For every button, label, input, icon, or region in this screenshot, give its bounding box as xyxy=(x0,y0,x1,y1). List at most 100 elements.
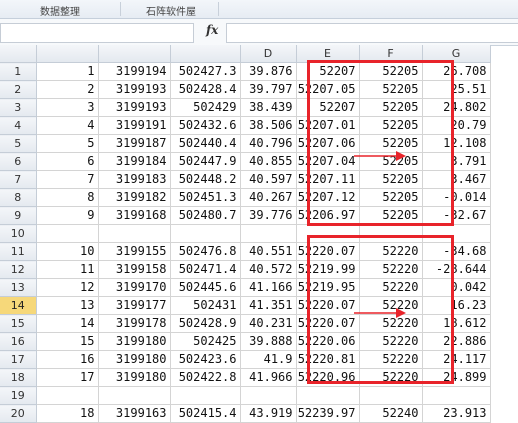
cell[interactable]: 10 xyxy=(36,242,99,261)
row-header[interactable]: 18 xyxy=(0,368,37,387)
name-box[interactable] xyxy=(0,23,194,43)
ribbon-item-data-tidy[interactable]: 数据整理 xyxy=(40,3,80,18)
cell[interactable]: 3199178 xyxy=(98,314,171,333)
row-header[interactable]: 12 xyxy=(0,260,37,279)
cell[interactable]: 3 xyxy=(36,98,99,117)
cell[interactable]: 502422.8 xyxy=(170,368,241,387)
formula-input[interactable] xyxy=(226,23,518,43)
cell[interactable]: 40.231 xyxy=(240,314,297,333)
row-header[interactable]: 11 xyxy=(0,242,37,261)
cell[interactable]: 502445.6 xyxy=(170,278,241,297)
cell[interactable]: 502451.3 xyxy=(170,188,241,207)
cell[interactable]: 40.267 xyxy=(240,188,297,207)
cell[interactable]: 14 xyxy=(36,314,99,333)
cell[interactable] xyxy=(170,386,241,405)
cell[interactable]: 13 xyxy=(36,296,99,315)
cell[interactable]: 40.855 xyxy=(240,152,297,171)
cell[interactable]: 41.166 xyxy=(240,278,297,297)
cell[interactable] xyxy=(98,224,171,243)
row-header[interactable]: 17 xyxy=(0,350,37,369)
cell[interactable]: 41.351 xyxy=(240,296,297,315)
ribbon-item-software[interactable]: 石阵软件屋 xyxy=(146,3,196,18)
cell[interactable]: 39.776 xyxy=(240,206,297,225)
cell[interactable]: 9 xyxy=(36,206,99,225)
cell[interactable]: 41.9 xyxy=(240,350,297,369)
cell[interactable]: 3199193 xyxy=(98,80,171,99)
cell[interactable]: 3199180 xyxy=(98,332,171,351)
cell[interactable]: 3199177 xyxy=(98,296,171,315)
row-header[interactable]: 1 xyxy=(0,62,37,81)
cell[interactable]: 4 xyxy=(36,116,99,135)
cell[interactable]: 3199184 xyxy=(98,152,171,171)
row-header[interactable]: 13 xyxy=(0,278,37,297)
cell[interactable] xyxy=(98,386,171,405)
cell[interactable]: 17 xyxy=(36,368,99,387)
cell[interactable] xyxy=(422,386,491,405)
cell[interactable]: 5 xyxy=(36,134,99,153)
column-header-d[interactable]: D xyxy=(240,45,297,63)
cell[interactable] xyxy=(240,224,297,243)
row-header[interactable]: 3 xyxy=(0,98,37,117)
cell[interactable]: 40.572 xyxy=(240,260,297,279)
cell[interactable]: 38.506 xyxy=(240,116,297,135)
cell[interactable] xyxy=(36,224,99,243)
select-all-corner[interactable] xyxy=(0,45,37,63)
row-header[interactable]: 14 xyxy=(0,296,37,315)
cell[interactable]: 3199180 xyxy=(98,368,171,387)
cell[interactable]: 3199183 xyxy=(98,170,171,189)
row-header[interactable]: 2 xyxy=(0,80,37,99)
cell[interactable]: 6 xyxy=(36,152,99,171)
cell[interactable]: 8 xyxy=(36,188,99,207)
column-header[interactable] xyxy=(98,45,171,63)
row-header[interactable]: 7 xyxy=(0,170,37,189)
column-header[interactable] xyxy=(36,45,99,63)
row-header[interactable]: 5 xyxy=(0,134,37,153)
cell[interactable]: 39.888 xyxy=(240,332,297,351)
cell[interactable]: 16 xyxy=(36,350,99,369)
cell[interactable]: 1 xyxy=(36,62,99,81)
cell[interactable]: 3199170 xyxy=(98,278,171,297)
cell[interactable]: 11 xyxy=(36,260,99,279)
row-header[interactable]: 19 xyxy=(0,386,37,405)
cell[interactable]: 15 xyxy=(36,332,99,351)
cell[interactable]: 502440.4 xyxy=(170,134,241,153)
cell[interactable]: 502423.6 xyxy=(170,350,241,369)
cell[interactable]: 3199158 xyxy=(98,260,171,279)
cell[interactable]: 502428.9 xyxy=(170,314,241,333)
cell[interactable]: 502471.4 xyxy=(170,260,241,279)
fx-icon[interactable]: fx xyxy=(206,23,218,37)
cell[interactable]: 39.797 xyxy=(240,80,297,99)
column-header[interactable] xyxy=(170,45,241,63)
cell[interactable]: 3199180 xyxy=(98,350,171,369)
cell[interactable] xyxy=(36,386,99,405)
cell[interactable] xyxy=(296,386,360,405)
cell[interactable]: 3199168 xyxy=(98,206,171,225)
cell[interactable]: 502448.2 xyxy=(170,170,241,189)
cell[interactable] xyxy=(240,386,297,405)
cell[interactable]: 7 xyxy=(36,170,99,189)
cell[interactable]: 502447.9 xyxy=(170,152,241,171)
cell[interactable]: 3199193 xyxy=(98,98,171,117)
row-header[interactable]: 10 xyxy=(0,224,37,243)
cell[interactable]: 502427.3 xyxy=(170,62,241,81)
cell[interactable]: 502428.4 xyxy=(170,80,241,99)
cell[interactable]: 40.597 xyxy=(240,170,297,189)
row-header[interactable]: 9 xyxy=(0,206,37,225)
cell[interactable]: 3199194 xyxy=(98,62,171,81)
cell[interactable] xyxy=(359,386,423,405)
cell[interactable]: 3199187 xyxy=(98,134,171,153)
cell[interactable]: 39.876 xyxy=(240,62,297,81)
cell[interactable] xyxy=(170,224,241,243)
row-header[interactable]: 4 xyxy=(0,116,37,135)
cell[interactable]: 502432.6 xyxy=(170,116,241,135)
cell[interactable]: 502431 xyxy=(170,296,241,315)
cell[interactable]: 38.439 xyxy=(240,98,297,117)
row-header[interactable]: 6 xyxy=(0,152,37,171)
row-header[interactable]: 15 xyxy=(0,314,37,333)
cell[interactable]: 502480.7 xyxy=(170,206,241,225)
cell[interactable]: 502425 xyxy=(170,332,241,351)
row-header[interactable]: 8 xyxy=(0,188,37,207)
cell[interactable]: 3199182 xyxy=(98,188,171,207)
cell[interactable]: 502429 xyxy=(170,98,241,117)
cell[interactable]: 41.966 xyxy=(240,368,297,387)
